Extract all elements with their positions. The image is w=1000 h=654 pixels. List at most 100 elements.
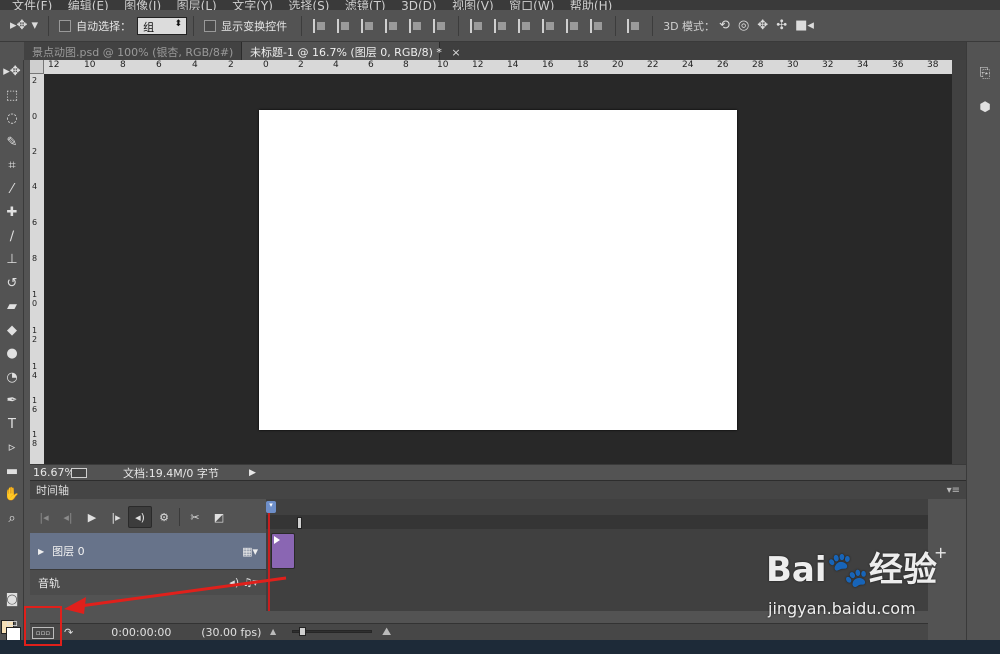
- playhead-line: [268, 513, 270, 611]
- split-scissors-icon[interactable]: ✂: [183, 506, 207, 528]
- 3d-pan-icon[interactable]: ✥: [757, 18, 768, 33]
- auto-select-checkbox[interactable]: [59, 19, 72, 32]
- eyedropper-tool-icon[interactable]: ⁄: [0, 178, 24, 202]
- horizontal-ruler[interactable]: 12 10 8 6 4 2 0 2 4 6 8 10 12 14 16 18 2…: [44, 60, 952, 74]
- play-icon[interactable]: ▶: [80, 506, 104, 528]
- playhead-icon[interactable]: ▾: [266, 501, 276, 513]
- 3d-rotate-icon[interactable]: ⟲: [719, 18, 730, 33]
- tools-panel: ▸✥ ⬚ ◌ ✎ ⌗ ⁄ ✚ ∕ ⊥ ↺ ▰ ◆ ● ◔ ✒ T ▹ ▬ ✋ ⌕…: [0, 60, 24, 642]
- layer-track-header[interactable]: ▶ 图层 0 ▦▾: [30, 533, 266, 569]
- hand-tool-icon[interactable]: ✋: [0, 483, 24, 507]
- menu-item-3d[interactable]: 3D(D): [401, 0, 436, 10]
- 3d-panel-icon[interactable]: ⬢: [976, 100, 994, 118]
- 3d-scale-icon[interactable]: ■◂: [795, 18, 814, 33]
- audio-controls-icon[interactable]: ◂) ♫▾: [229, 576, 258, 589]
- show-transform-checkbox[interactable]: [204, 19, 217, 32]
- next-frame-icon[interactable]: |▸: [104, 506, 128, 528]
- align-right-icon[interactable]: [433, 18, 447, 33]
- audio-toggle-icon[interactable]: ◂): [128, 506, 152, 528]
- path-select-icon[interactable]: ▹: [0, 436, 24, 460]
- close-icon[interactable]: ×: [451, 46, 460, 59]
- menu-item-image[interactable]: 图像(I): [124, 0, 161, 10]
- zoom-in-icon[interactable]: ⛰: [382, 625, 391, 639]
- share-icon[interactable]: [71, 467, 87, 478]
- align-vcenter-icon[interactable]: [337, 18, 351, 33]
- align-left-icon[interactable]: [385, 18, 399, 33]
- vertical-scrollbar[interactable]: [952, 60, 966, 464]
- ruler-tick-label: 10: [437, 60, 449, 70]
- timeline-tracks[interactable]: ▾: [266, 499, 928, 611]
- render-video-icon[interactable]: ↷: [64, 626, 73, 639]
- lasso-tool-icon[interactable]: ◌: [0, 107, 24, 131]
- menu-item-edit[interactable]: 编辑(E): [68, 0, 109, 10]
- slider-thumb[interactable]: [299, 627, 306, 636]
- work-area-end-handle[interactable]: [297, 517, 302, 529]
- menu-item-help[interactable]: 帮助(H): [570, 0, 612, 10]
- expand-triangle-icon[interactable]: ▶: [38, 547, 44, 556]
- pen-tool-icon[interactable]: ✒: [0, 389, 24, 413]
- align-bottom-icon[interactable]: [361, 18, 375, 33]
- clone-stamp-icon[interactable]: ⊥: [0, 248, 24, 272]
- document-canvas[interactable]: [259, 110, 737, 430]
- 3d-slide-icon[interactable]: ✣: [776, 18, 787, 33]
- healing-brush-icon[interactable]: ✚: [0, 201, 24, 225]
- tab-scenic-psd[interactable]: 景点动图.psd @ 100% (银杏, RGB/8#) ×: [24, 42, 252, 60]
- zoom-level[interactable]: 16.67%: [33, 466, 75, 479]
- distribute-vcenter-icon[interactable]: [494, 18, 508, 33]
- distribute-hcenter-icon[interactable]: [566, 18, 580, 33]
- auto-select-dropdown[interactable]: 组 ⬍: [137, 16, 188, 35]
- marquee-tool-icon[interactable]: ⬚: [0, 84, 24, 108]
- eraser-tool-icon[interactable]: ▰: [0, 295, 24, 319]
- move-tool-icon[interactable]: ▸✥: [0, 60, 24, 84]
- dodge-tool-icon[interactable]: ◔: [0, 366, 24, 390]
- blur-tool-icon[interactable]: ●: [0, 342, 24, 366]
- panel-menu-icon[interactable]: ▾≡: [947, 485, 960, 496]
- quick-select-tool-icon[interactable]: ✎: [0, 131, 24, 155]
- zoom-tool-icon[interactable]: ⌕: [0, 507, 24, 531]
- move-tool-preset-icon[interactable]: ▸✥ ▾: [10, 18, 38, 33]
- type-tool-icon[interactable]: T: [0, 413, 24, 437]
- previous-frame-icon[interactable]: ◂|: [56, 506, 80, 528]
- menu-item-window[interactable]: 窗口(W): [509, 0, 554, 10]
- zoom-out-icon[interactable]: ▲: [270, 627, 276, 636]
- distribute-left-icon[interactable]: [542, 18, 556, 33]
- distribute-top-icon[interactable]: [470, 18, 484, 33]
- vertical-ruler[interactable]: 2 0 2 4 6 8 1 0 1 2 1 4 1 6 1 8: [30, 74, 44, 464]
- screen-mode-icon[interactable]: ▭: [0, 612, 24, 636]
- timeline-zoom-slider[interactable]: [292, 627, 372, 636]
- menu-item-filter[interactable]: 滤镜(T): [345, 0, 386, 10]
- menu-item-view[interactable]: 视图(V): [452, 0, 494, 10]
- canvas-area[interactable]: [44, 74, 952, 464]
- brush-tool-icon[interactable]: ∕: [0, 225, 24, 249]
- status-menu-arrow-icon[interactable]: ▶: [249, 468, 256, 478]
- ruler-origin[interactable]: [30, 60, 44, 74]
- settings-gear-icon[interactable]: ⚙: [152, 506, 176, 528]
- menu-item-file[interactable]: 文件(F): [12, 0, 52, 10]
- timeline-title[interactable]: 时间轴: [36, 482, 69, 498]
- distribute-right-icon[interactable]: [590, 18, 604, 33]
- go-to-first-frame-icon[interactable]: |◂: [32, 506, 56, 528]
- audio-track-name: 音轨: [38, 576, 60, 590]
- align-hcenter-icon[interactable]: [409, 18, 423, 33]
- 3d-roll-icon[interactable]: ◎: [738, 18, 749, 33]
- menu-item-layer[interactable]: 图层(L): [177, 0, 217, 10]
- add-media-icon[interactable]: +: [934, 543, 947, 562]
- crop-tool-icon[interactable]: ⌗: [0, 154, 24, 178]
- paint-bucket-icon[interactable]: ◆: [0, 319, 24, 343]
- tab-untitled-1[interactable]: 未标题-1 @ 16.7% (图层 0, RGB/8) * ×: [242, 42, 461, 60]
- history-panel-icon[interactable]: ⎘: [976, 66, 994, 84]
- timeline-ruler[interactable]: [266, 515, 928, 529]
- layer-clip[interactable]: [271, 533, 295, 569]
- audio-track-header[interactable]: 音轨 ◂) ♫▾: [30, 569, 266, 595]
- history-brush-icon[interactable]: ↺: [0, 272, 24, 296]
- film-strip-icon[interactable]: ▦▾: [242, 545, 258, 558]
- menu-item-type[interactable]: 文字(Y): [232, 0, 273, 10]
- quick-mask-icon[interactable]: ◙: [0, 588, 24, 612]
- distribute-bottom-icon[interactable]: [518, 18, 532, 33]
- auto-align-icon[interactable]: [627, 18, 641, 33]
- menu-item-select[interactable]: 选择(S): [288, 0, 329, 10]
- ruler-tick-label: 1 4: [32, 362, 38, 380]
- transition-icon[interactable]: ◩: [207, 506, 231, 528]
- rectangle-tool-icon[interactable]: ▬: [0, 460, 24, 484]
- align-top-icon[interactable]: [313, 18, 327, 33]
